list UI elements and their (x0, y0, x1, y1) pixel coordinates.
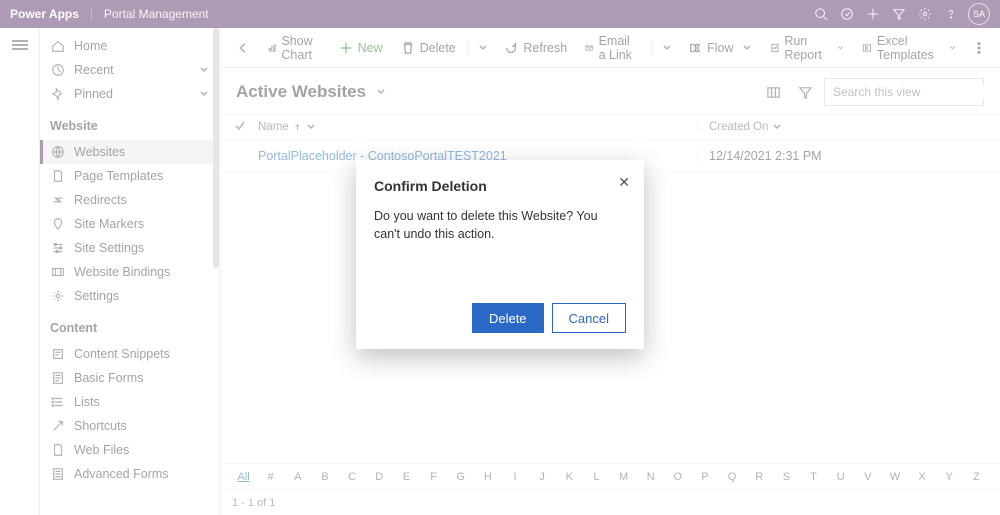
dialog-body: Do you want to delete this Website? You … (374, 208, 626, 243)
dialog-title: Confirm Deletion (374, 178, 626, 194)
modal-overlay: ✕ Confirm Deletion Do you want to delete… (0, 0, 1000, 515)
confirm-deletion-dialog: ✕ Confirm Deletion Do you want to delete… (356, 160, 644, 349)
close-icon[interactable]: ✕ (618, 174, 630, 191)
dialog-cancel-button[interactable]: Cancel (552, 303, 626, 333)
dialog-delete-button[interactable]: Delete (472, 303, 544, 333)
